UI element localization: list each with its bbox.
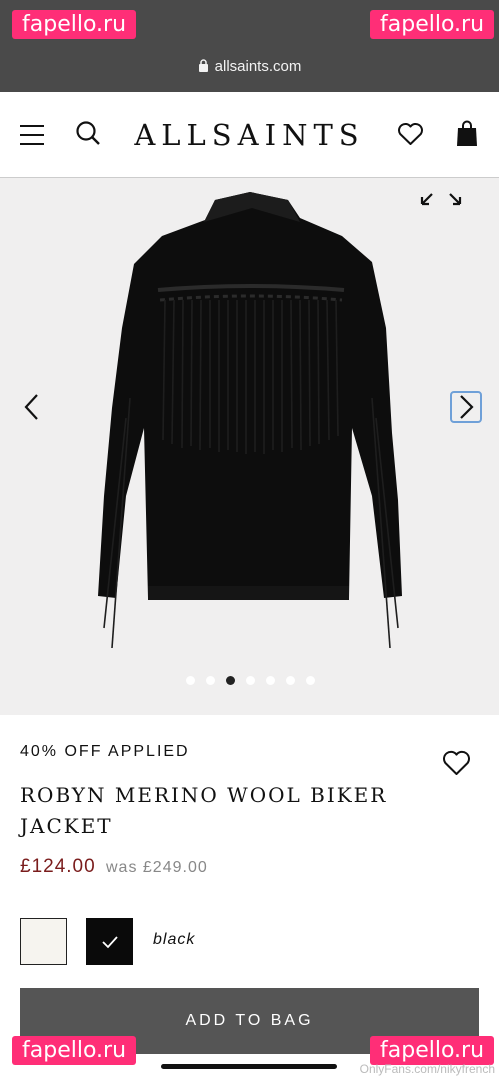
- carousel-dot[interactable]: [226, 676, 235, 685]
- color-swatch-ivory[interactable]: [20, 918, 67, 965]
- watermark: fapello.ru: [12, 10, 137, 39]
- site-header: ALLSAINTS: [0, 92, 499, 178]
- carousel-dot[interactable]: [246, 676, 255, 685]
- product-gallery[interactable]: [0, 178, 499, 715]
- carousel-dot[interactable]: [206, 676, 215, 685]
- discount-badge: 40% OFF APPLIED: [20, 743, 190, 760]
- carousel-dot[interactable]: [186, 676, 195, 685]
- photo-credit: OnlyFans.com/nikyfrench: [359, 1062, 495, 1076]
- color-swatch-black[interactable]: [85, 917, 134, 966]
- watermark: fapello.ru: [370, 10, 495, 39]
- expand-icon[interactable]: [418, 186, 464, 213]
- checkmark-icon: [102, 936, 118, 949]
- url-bar[interactable]: allsaints.com: [0, 58, 499, 76]
- carousel-dots: [186, 676, 326, 686]
- lock-icon: [198, 59, 209, 76]
- carousel-dot[interactable]: [286, 676, 295, 685]
- wishlist-heart-icon[interactable]: [442, 749, 471, 781]
- chevron-right-icon: [460, 395, 474, 419]
- watermark: fapello.ru: [370, 1036, 495, 1065]
- sale-price: £124.00: [20, 856, 96, 877]
- url-text: allsaints.com: [214, 58, 302, 75]
- heart-icon[interactable]: [397, 122, 424, 151]
- carousel-dot[interactable]: [266, 676, 275, 685]
- product-title: ROBYN MERINO WOOL BIKER JACKET: [20, 783, 388, 838]
- site-logo[interactable]: ALLSAINTS: [0, 118, 499, 152]
- product-image: [98, 192, 402, 649]
- shopping-bag-icon[interactable]: [456, 120, 478, 152]
- watermark: fapello.ru: [12, 1036, 137, 1065]
- next-image-button[interactable]: [450, 391, 482, 423]
- previous-image-button[interactable]: [22, 392, 42, 427]
- selected-color-label: black: [153, 931, 196, 948]
- home-indicator[interactable]: [161, 1064, 337, 1069]
- carousel-dot[interactable]: [306, 676, 315, 685]
- original-price: was £249.00: [106, 859, 208, 876]
